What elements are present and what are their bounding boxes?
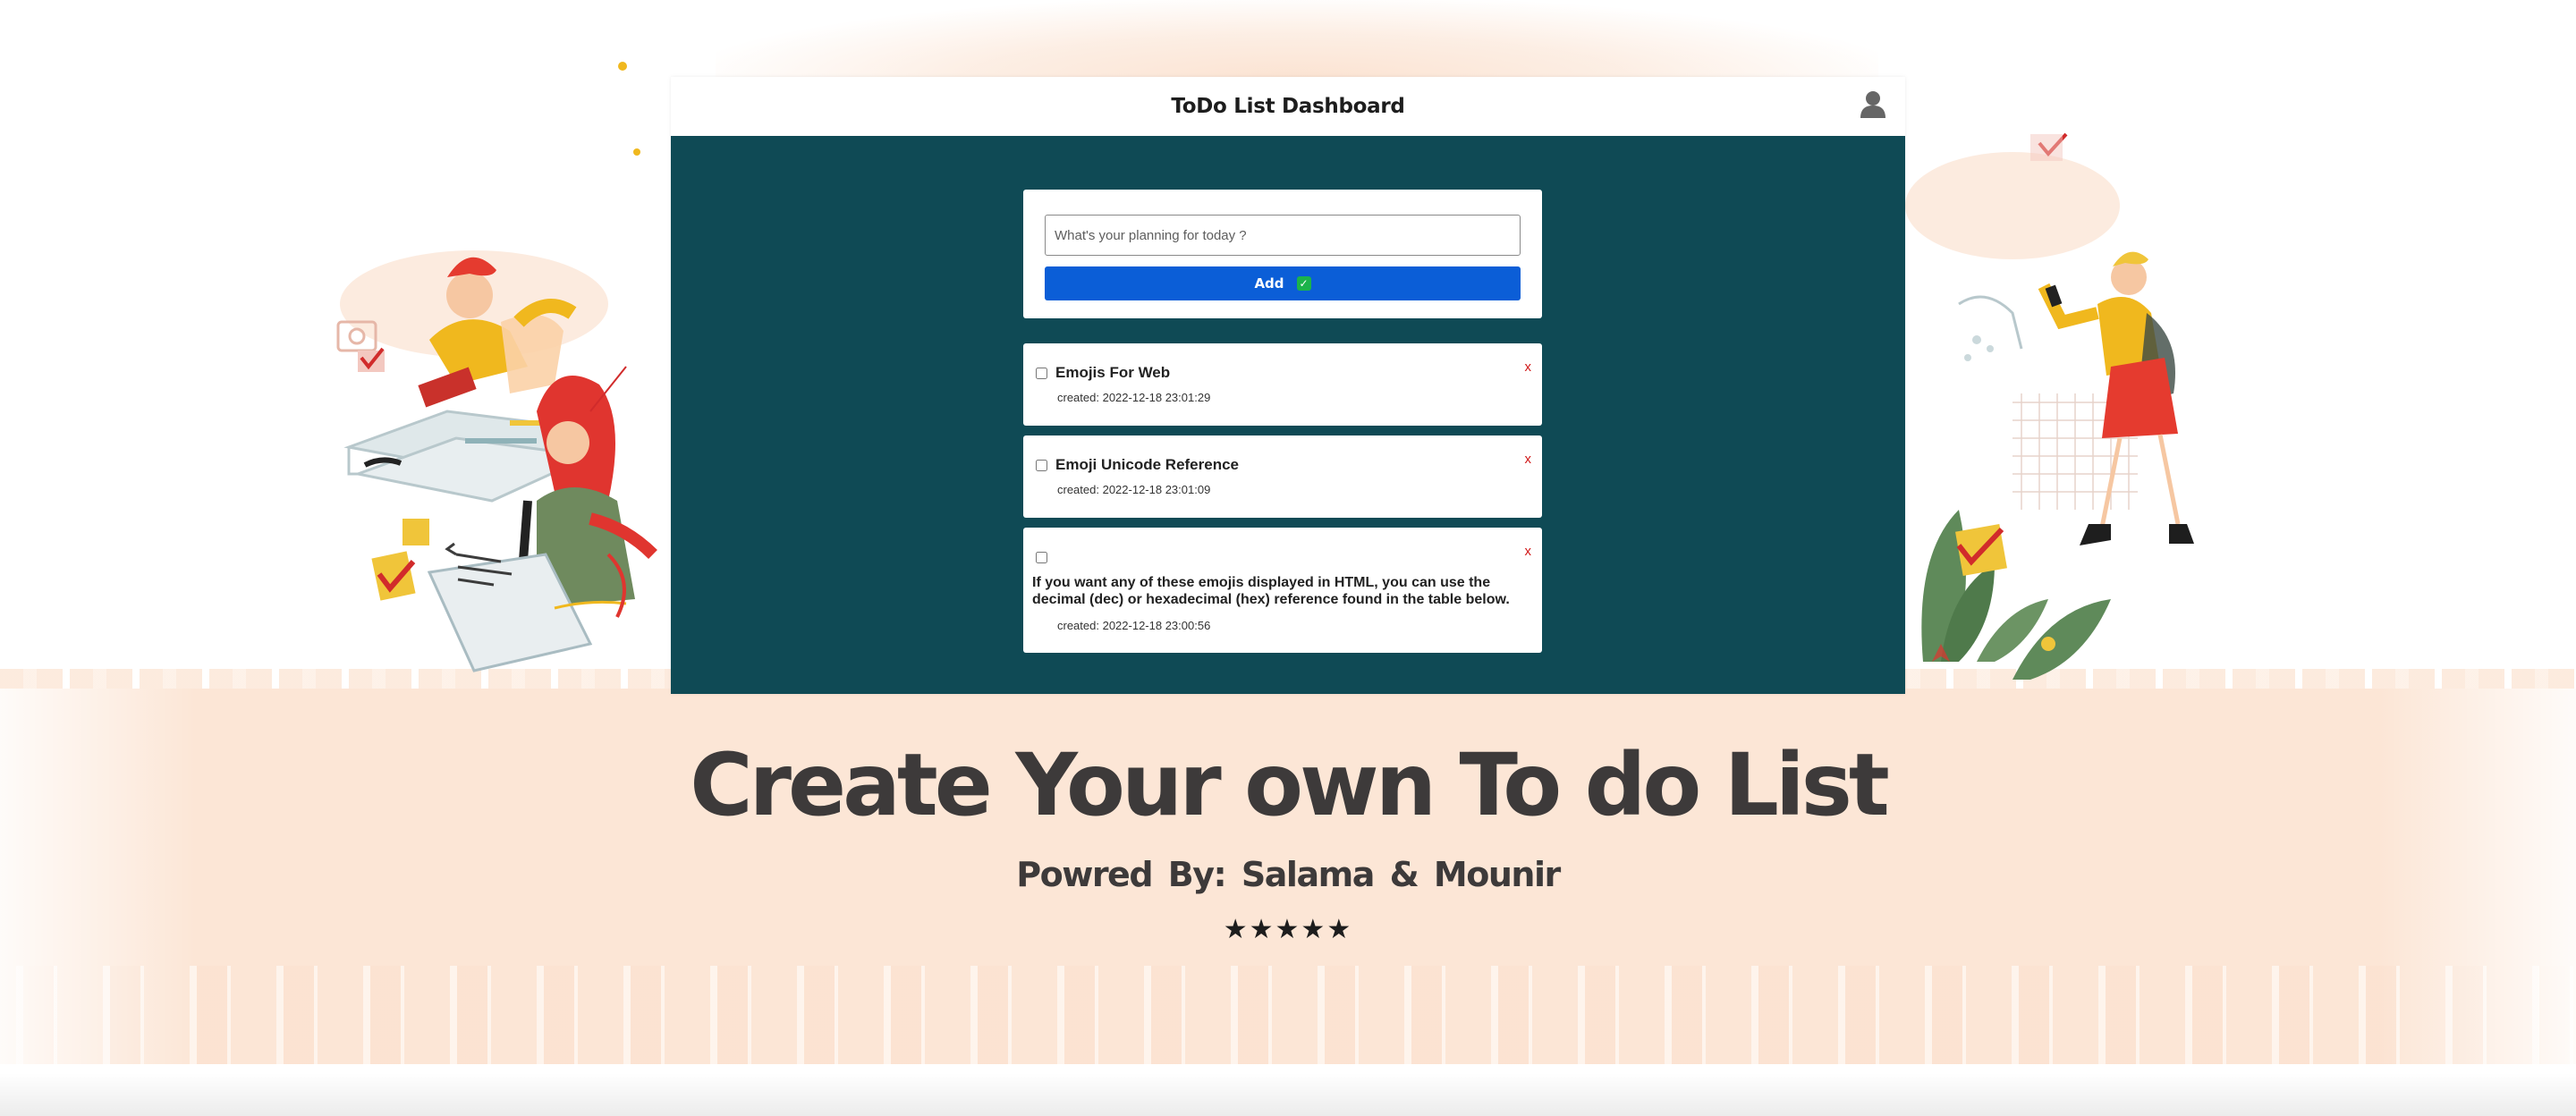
todo-dashboard-window: ToDo List Dashboard Add ✓ Emojis For Web…: [671, 77, 1905, 694]
todo-checkbox[interactable]: [1036, 368, 1047, 379]
add-button[interactable]: Add ✓: [1045, 266, 1521, 300]
todo-created-date: created: 2022-12-18 23:01:09: [1057, 483, 1211, 496]
user-icon[interactable]: [1859, 89, 1887, 120]
powered-by-credit: Powred By: Salama & Mounir: [1016, 855, 1561, 894]
todo-created-date: created: 2022-12-18 23:01:29: [1057, 391, 1211, 404]
brush-stroke-edge: [0, 966, 2576, 1064]
delete-todo-button[interactable]: x: [1525, 544, 1532, 559]
dashboard-header: ToDo List Dashboard: [671, 77, 1905, 136]
todo-item: Emojis For Web created: 2022-12-18 23:01…: [1023, 343, 1542, 426]
delete-todo-button[interactable]: x: [1525, 359, 1532, 375]
dashboard-title: ToDo List Dashboard: [1171, 95, 1405, 118]
bottom-shade: [0, 1073, 2576, 1116]
star-rating: ★★★★★: [1223, 914, 1353, 945]
new-todo-form: Add ✓: [1023, 190, 1542, 318]
todo-checkbox[interactable]: [1036, 552, 1047, 563]
person-with-phone-illustration: [1905, 132, 2194, 680]
todo-checkbox[interactable]: [1036, 460, 1047, 471]
check-mark-button-icon: ✓: [1296, 276, 1311, 291]
page: ToDo List Dashboard Add ✓ Emojis For Web…: [0, 0, 2576, 1116]
todo-title: If you want any of these emojis displaye…: [1032, 575, 1510, 607]
todo-created-date: created: 2022-12-18 23:00:56: [1057, 619, 1211, 632]
hero-title: Create Your own To do List: [690, 735, 1890, 835]
add-button-label: Add: [1254, 275, 1284, 292]
people-working-illustration: [336, 62, 657, 672]
todo-item: Emoji Unicode Reference created: 2022-12…: [1023, 435, 1542, 518]
todo-item: If you want any of these emojis displaye…: [1023, 528, 1542, 653]
todo-title: Emoji Unicode Reference: [1055, 456, 1240, 473]
delete-todo-button[interactable]: x: [1525, 452, 1532, 467]
todo-title: Emojis For Web: [1055, 364, 1171, 381]
todo-input[interactable]: [1045, 215, 1521, 256]
